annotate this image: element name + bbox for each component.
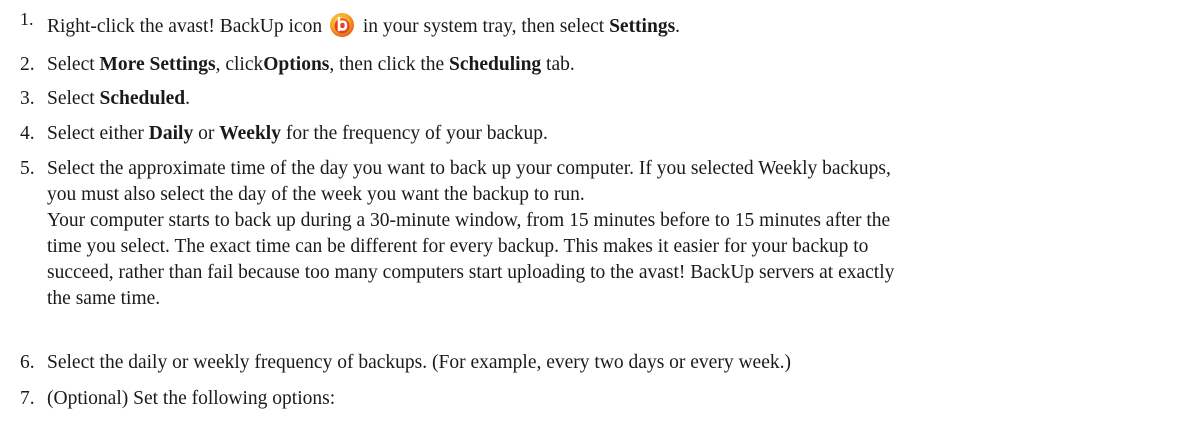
instruction-steps: 1. Right-click the avast! BackUp icon in… — [0, 0, 1194, 444]
step-text: Select the approximate time of the day y… — [47, 158, 895, 309]
step-text: (Optional) Set the following options: — [47, 388, 336, 409]
step-text: Select More Settings, clickOptions, then… — [47, 54, 575, 75]
step-number: 3. — [20, 88, 35, 109]
step-text: Select either Daily or Weekly for the fr… — [47, 123, 548, 144]
step-number: 7. — [20, 388, 35, 409]
avast-backup-tray-icon — [329, 12, 355, 38]
step-number: 4. — [20, 123, 35, 144]
step-number: 2. — [20, 54, 35, 75]
step-text: Right-click the avast! BackUp icon in yo… — [47, 12, 1187, 40]
step-number: 6. — [20, 352, 35, 373]
step-text: Select the daily or weekly frequency of … — [47, 352, 791, 373]
step-text: Select Scheduled. — [47, 88, 191, 109]
step-number: 5. — [20, 158, 35, 179]
step-number: 1. — [20, 9, 34, 29]
